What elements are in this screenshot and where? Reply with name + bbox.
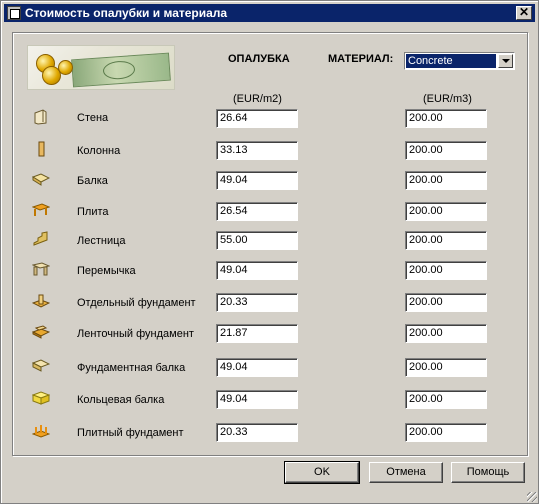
banknote-icon bbox=[71, 52, 171, 88]
formwork-cost-input[interactable]: 20.33 bbox=[216, 423, 298, 442]
cancel-button[interactable]: Отмена bbox=[369, 462, 443, 483]
material-cost-input[interactable]: 200.00 bbox=[405, 202, 487, 221]
material-cost-input[interactable]: 200.00 bbox=[405, 261, 487, 280]
title-bar[interactable]: Стоимость опалубки и материала ✕ bbox=[4, 4, 535, 22]
row-label: Балка bbox=[77, 175, 108, 187]
strip-footing-icon bbox=[32, 325, 50, 339]
formwork-cost-input[interactable]: 26.64 bbox=[216, 109, 298, 128]
row-label: Плита bbox=[77, 206, 109, 218]
beam-icon bbox=[32, 173, 50, 186]
isolated-footing-icon bbox=[32, 294, 50, 308]
material-unit-label: (EUR/m3) bbox=[423, 93, 472, 105]
material-cost-input[interactable]: 200.00 bbox=[405, 171, 487, 190]
ok-button[interactable]: OK bbox=[284, 461, 360, 484]
app-icon bbox=[7, 6, 21, 20]
formwork-header: ОПАЛУБКА bbox=[228, 53, 290, 65]
formwork-unit-label: (EUR/m2) bbox=[233, 93, 282, 105]
formwork-cost-input[interactable]: 49.04 bbox=[216, 171, 298, 190]
formwork-cost-input[interactable]: 49.04 bbox=[216, 390, 298, 409]
material-cost-input[interactable]: 200.00 bbox=[405, 141, 487, 160]
foundation-beam-icon bbox=[32, 359, 50, 372]
row-label: Ленточный фундамент bbox=[77, 328, 194, 340]
row-label: Плитный фундамент bbox=[77, 427, 184, 439]
ring-beam-icon bbox=[32, 391, 50, 405]
stairs-icon bbox=[33, 231, 48, 246]
resize-grip[interactable] bbox=[527, 492, 537, 502]
material-cost-input[interactable]: 200.00 bbox=[405, 324, 487, 343]
material-header: МАТЕРИАЛ: bbox=[328, 53, 394, 65]
help-button[interactable]: Помощь bbox=[451, 462, 525, 483]
formwork-cost-input[interactable]: 49.04 bbox=[216, 261, 298, 280]
close-button[interactable]: ✕ bbox=[516, 6, 532, 20]
row-label: Лестница bbox=[77, 235, 126, 247]
row-label: Кольцевая балка bbox=[77, 394, 165, 406]
material-cost-input[interactable]: 200.00 bbox=[405, 293, 487, 312]
coin-icon bbox=[58, 60, 73, 75]
row-label: Отдельный фундамент bbox=[77, 297, 196, 309]
slab-icon bbox=[32, 203, 50, 216]
material-select-value: Concrete bbox=[406, 54, 496, 68]
money-banner-image bbox=[27, 45, 175, 90]
raft-foundation-icon bbox=[32, 425, 50, 438]
material-cost-input[interactable]: 200.00 bbox=[405, 423, 487, 442]
formwork-cost-input[interactable]: 55.00 bbox=[216, 231, 298, 250]
formwork-cost-input[interactable]: 26.54 bbox=[216, 202, 298, 221]
material-cost-input[interactable]: 200.00 bbox=[405, 390, 487, 409]
column-icon bbox=[38, 141, 45, 157]
wall-icon bbox=[34, 109, 47, 125]
row-label: Колонна bbox=[77, 145, 121, 157]
row-label: Фундаментная балка bbox=[77, 362, 186, 374]
chevron-down-icon[interactable] bbox=[498, 54, 513, 68]
formwork-cost-input[interactable]: 21.87 bbox=[216, 324, 298, 343]
window-title: Стоимость опалубки и материала bbox=[25, 6, 228, 20]
formwork-cost-input[interactable]: 20.33 bbox=[216, 293, 298, 312]
formwork-cost-input[interactable]: 33.13 bbox=[216, 141, 298, 160]
row-label: Стена bbox=[77, 112, 109, 124]
formwork-cost-input[interactable]: 49.04 bbox=[216, 358, 298, 377]
material-cost-input[interactable]: 200.00 bbox=[405, 109, 487, 128]
material-select[interactable]: Concrete bbox=[404, 52, 515, 70]
row-label: Перемычка bbox=[77, 265, 136, 277]
material-cost-input[interactable]: 200.00 bbox=[405, 231, 487, 250]
material-cost-input[interactable]: 200.00 bbox=[405, 358, 487, 377]
lintel-icon bbox=[32, 262, 50, 276]
